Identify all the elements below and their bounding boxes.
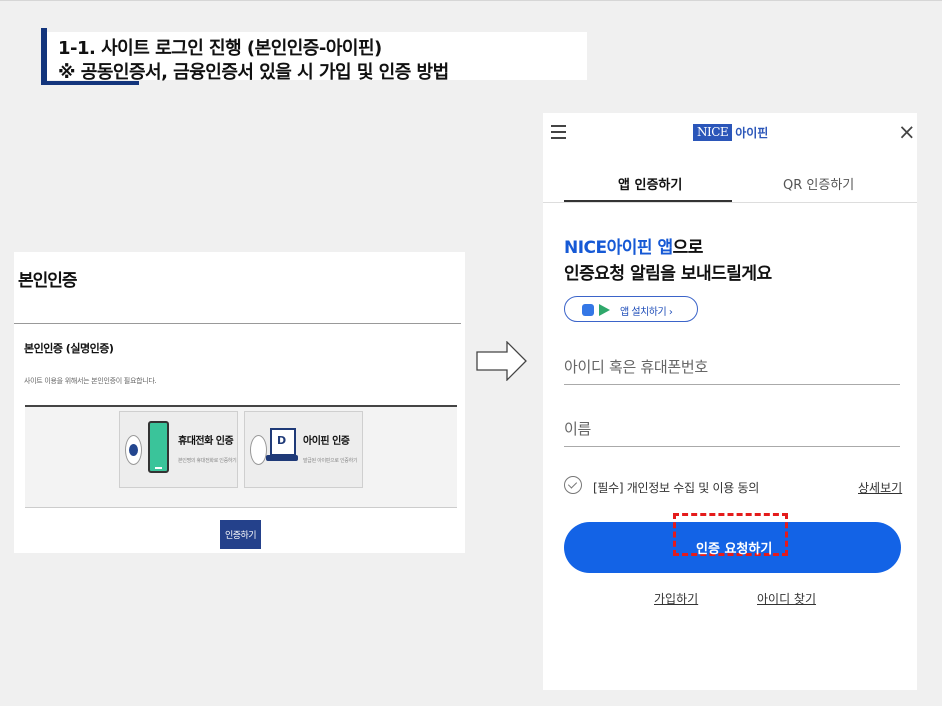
nice-logo-text: 아이핀 [735, 126, 769, 140]
verification-title: 본인인증 [18, 271, 78, 291]
install-app-button[interactable]: 앱 설치하기 › [564, 296, 698, 322]
agree-checkbox[interactable] [564, 476, 582, 494]
install-app-label: 앱 설치하기 › [620, 307, 673, 318]
radio-ipin[interactable] [250, 435, 267, 465]
option-sublabel: 본인명의 휴대전화로 인증하기 [178, 458, 237, 464]
radio-mobile-selected[interactable] [125, 435, 142, 465]
id-input-placeholder: 아이디 혹은 휴대폰번호 [564, 358, 708, 376]
option-area [25, 405, 457, 508]
title-accent-bar [41, 28, 47, 85]
hamburger-menu-icon[interactable] [551, 125, 566, 140]
play-store-icon [599, 304, 610, 316]
verification-page: 본인인증 본인인증 (실명인증) 사이트 이용을 위해서는 본인인증이 필요합니… [14, 252, 465, 553]
option-sublabel: 발급된 아이핀으로 인증하기 [303, 458, 358, 464]
nice-logo-box: NICE [693, 124, 733, 141]
detail-link[interactable]: 상세보기 [858, 479, 902, 496]
headline-line2: 인증요청 알림을 보내드릴게요 [564, 264, 772, 284]
agree-label: [필수] 개인정보 수집 및 이용 동의 [593, 481, 759, 495]
headline: NICE아이핀 앱으로 [564, 233, 703, 258]
name-input-placeholder: 이름 [564, 420, 592, 438]
option-label: 아이핀 인증 [303, 436, 350, 447]
tab-qr-auth[interactable]: QR 인증하기 [783, 174, 854, 193]
name-input[interactable]: 이름 [564, 418, 900, 447]
option-label: 휴대전화 인증 [178, 436, 234, 447]
request-verification-label: 인증 요청하기 [696, 542, 773, 557]
laptop-ipin-icon [270, 428, 296, 456]
headline-suffix: 으로 [672, 238, 704, 258]
slide-subtitle: ※ 공동인증서, 금융인증서 있을 시 가입 및 인증 방법 [58, 62, 449, 83]
option-ipin[interactable]: 아이핀 인증 발급된 아이핀으로 인증하기 [244, 411, 363, 488]
slide-title: 1-1. 사이트 로그인 진행 (본인인증-아이핀) [58, 38, 382, 59]
top-divider [0, 0, 942, 1]
divider [14, 323, 461, 324]
close-icon[interactable]: × [898, 122, 916, 143]
laptop-base-icon [266, 455, 298, 461]
app-store-icon [582, 304, 594, 316]
tab-app-auth[interactable]: 앱 인증하기 [618, 174, 682, 193]
headline-brand: NICE아이핀 앱 [564, 238, 673, 258]
verify-submit-button[interactable]: 인증하기 [220, 520, 261, 549]
find-id-link[interactable]: 아이디 찾기 [757, 590, 816, 607]
nice-ipin-app: NICE 아이핀 × 앱 인증하기 QR 인증하기 NICE아이핀 앱으로 인증… [543, 113, 917, 690]
mobile-phone-icon [148, 421, 169, 473]
verification-subtitle: 본인인증 (실명인증) [24, 342, 114, 355]
right-arrow-icon [476, 341, 527, 381]
id-or-phone-input[interactable]: 아이디 혹은 휴대폰번호 [564, 356, 900, 385]
nice-ipin-logo: NICE 아이핀 [693, 124, 768, 141]
verification-description: 사이트 이용을 위해서는 본인인증이 필요합니다. [24, 377, 157, 385]
tab-divider [543, 202, 917, 203]
signup-link[interactable]: 가입하기 [654, 590, 698, 607]
option-mobile-phone[interactable]: 휴대전화 인증 본인명의 휴대전화로 인증하기 [119, 411, 238, 488]
